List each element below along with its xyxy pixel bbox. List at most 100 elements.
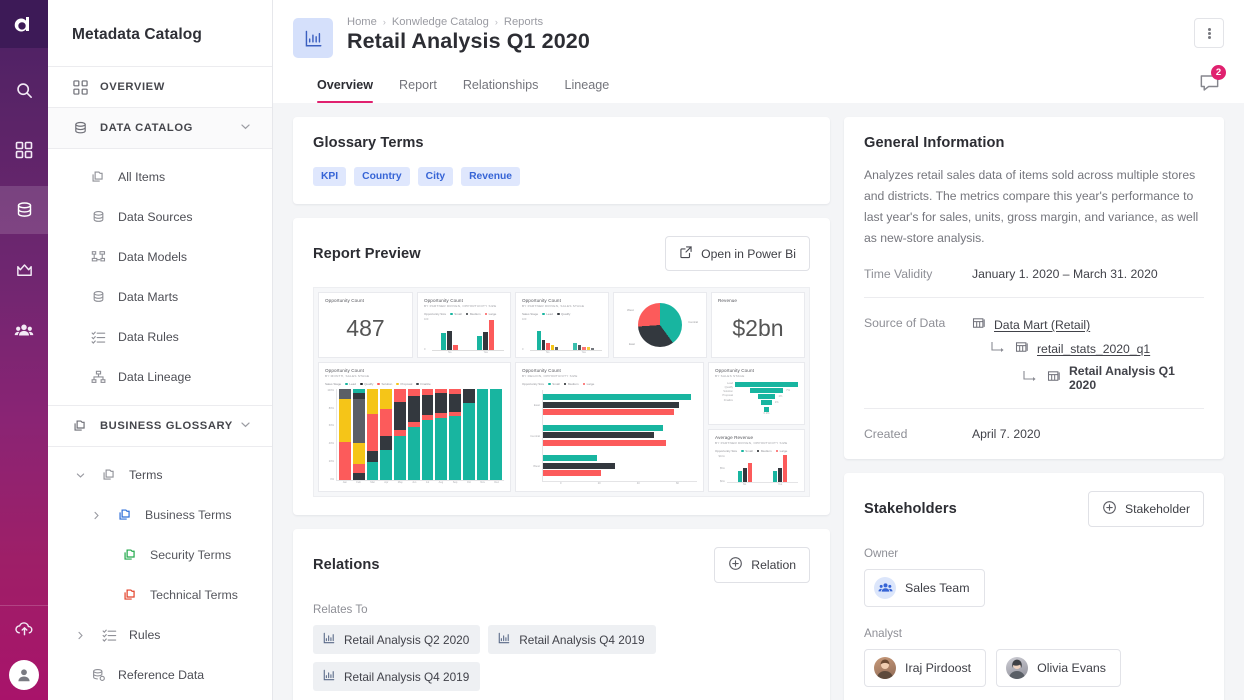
legend-label: Sales Stage [521,311,539,316]
tab-overview[interactable]: Overview [313,78,386,103]
relation-chip[interactable]: Retail Analysis Q4 2019 [488,625,656,654]
chevron-right-icon[interactable] [90,510,102,521]
sidebar-item-rules[interactable]: Rules [48,615,272,655]
general-information-title: General Information [864,135,1005,151]
people-icon[interactable] [0,306,48,354]
sidebar-section-data-catalog[interactable]: DATA CATALOG [48,108,272,148]
legend-label: Opportunity Size [715,448,738,453]
sidebar-item-overview[interactable]: OVERVIEW [48,67,272,107]
sidebar-item-terms[interactable]: Terms [48,455,272,495]
breadcrumb: Home › Konwledge Catalog › Reports [347,14,590,28]
crown-icon[interactable] [0,246,48,294]
legend-entry: Medium [465,312,481,316]
relation-chip-label: Retail Analysis Q4 2019 [344,669,470,684]
sidebar-item-label: Security Terms [150,548,232,562]
cloud-upload-icon[interactable] [14,618,35,644]
dashboard-icon[interactable] [0,126,48,174]
plus-circle-icon [728,556,743,574]
lineage-node[interactable]: retail_stats_2020_q1 [990,340,1204,358]
analyst-label: Analyst [864,626,903,640]
preview-row: Opportunity Count BY MONTH, SALES STAGE … [318,362,805,492]
left-column: Glossary Terms KPI Country City Revenue … [293,117,830,700]
sidebar-item-data-marts[interactable]: Data Marts [48,277,272,317]
preview-y-axis: 100% 80% 60% 40% 20% 0% [327,388,334,481]
sidebar-item-reference-data[interactable]: Reference Data [48,655,272,695]
preview-chart-month-stage: Opportunity Count BY MONTH, SALES STAGE … [318,362,511,492]
more-options-icon[interactable] [1194,18,1224,48]
database-icon[interactable] [0,186,48,234]
open-in-power-bi-button[interactable]: Open in Power Bi [665,236,810,271]
lineage-node[interactable]: Data Mart (Retail) [972,316,1204,334]
sidebar-item-business-terms[interactable]: Business Terms [48,495,272,535]
lineage-node-label[interactable]: retail_stats_2020_q1 [1037,342,1150,356]
sidebar-item-security-terms[interactable]: Security Terms [48,535,272,575]
breadcrumb-item-knowledge-catalog[interactable]: Konwledge Catalog [392,16,489,28]
legend-entry: Solution [377,382,392,386]
elbow-connector-icon [990,341,1008,356]
add-stakeholder-button[interactable]: Stakeholder [1087,490,1204,527]
sidebar-item-data-rules[interactable]: Data Rules [48,317,272,357]
chevron-right-icon[interactable] [74,630,86,641]
preview-plot: East Central West [522,389,697,482]
chevron-down-icon[interactable] [239,418,252,434]
stakeholder-owner-name: Sales Team [905,580,970,595]
glossary-chip[interactable]: KPI [313,167,347,186]
chevron-down-icon[interactable] [74,470,86,481]
sidebar-item-data-models[interactable]: Data Models [48,237,272,277]
page-title: Retail Analysis Q1 2020 [347,29,590,53]
tab-relationships[interactable]: Relationships [450,78,552,103]
breadcrumb-item-reports[interactable]: Reports [504,16,543,28]
preview-y-axis: $10m $5m $0m [718,454,726,483]
relation-chip-label: Retail Analysis Q2 2020 [344,632,470,647]
report-preview-title: Report Preview [313,245,421,262]
preview-plot: 100 0 [522,318,602,351]
tab-lineage[interactable]: Lineage [551,78,622,103]
sidebar-item-label: Rules [129,628,161,642]
sidebar-item-data-sources[interactable]: Data Sources [48,197,272,237]
database-icon [90,289,107,306]
user-avatar-icon[interactable] [9,660,39,690]
tab-report[interactable]: Report [386,78,450,103]
stakeholder-analyst-pill[interactable]: Olivia Evans [996,648,1121,687]
user-avatar-icon [1006,656,1029,679]
glossary-chip[interactable]: Revenue [461,167,521,186]
folder-copy-icon [101,467,118,484]
relation-chip[interactable]: Retail Analysis Q2 2020 [313,625,481,654]
sidebar-section-business-glossary[interactable]: BUSINESS GLOSSARY [48,406,272,446]
chevron-down-icon[interactable] [239,120,252,136]
folder-copy-icon [72,418,89,435]
sidebar-item-label: Data Models [118,250,188,264]
breadcrumb-separator: › [494,17,498,27]
stakeholder-owner-pill[interactable]: Sales Team [864,568,985,607]
search-icon[interactable] [0,66,48,114]
sidebar-section-label: DATA CATALOG [100,122,193,134]
time-validity-row: Time Validity January 1. 2020 – March 31… [864,267,1204,281]
external-link-icon [679,245,693,262]
table-icon [972,316,987,334]
sidebar-item-all-items[interactable]: All Items [48,157,272,197]
folder-copy-icon [122,587,139,604]
breadcrumb-item-home[interactable]: Home [347,16,377,28]
preview-plot: $10m $5m $0m [715,454,798,483]
legend-entry: Large [484,312,496,316]
relation-chip-label: Retail Analysis Q4 2019 [519,632,645,647]
report-preview-thumbnail[interactable]: Opportunity Count 487 Opportunity Count … [313,287,810,497]
preview-x-axis: No Yes [546,350,586,354]
glossary-chip[interactable]: Country [354,167,410,186]
add-relation-button[interactable]: Relation [714,547,810,583]
sidebar-item-data-lineage[interactable]: Data Lineage [48,357,272,397]
sidebar-item-technical-terms[interactable]: Technical Terms [48,575,272,615]
model-icon [90,249,107,266]
lineage-node-label[interactable]: Data Mart (Retail) [994,318,1090,332]
preview-funnel-labels: Lead Qualify Solution Proposal Finalize [722,381,733,402]
sidebar-item-label: Technical Terms [150,588,238,602]
comment-icon[interactable]: 2 [1198,65,1226,95]
stakeholder-analyst-pill[interactable]: Iraj Pirdoost [864,648,987,687]
team-icon [874,576,896,599]
relation-chip[interactable]: Retail Analysis Q4 2019 [313,662,481,691]
app-logo[interactable] [0,0,48,48]
stakeholder-analyst-name: Olivia Evans [1037,660,1106,675]
glossary-chip[interactable]: City [417,167,454,186]
database-icon [90,209,107,226]
